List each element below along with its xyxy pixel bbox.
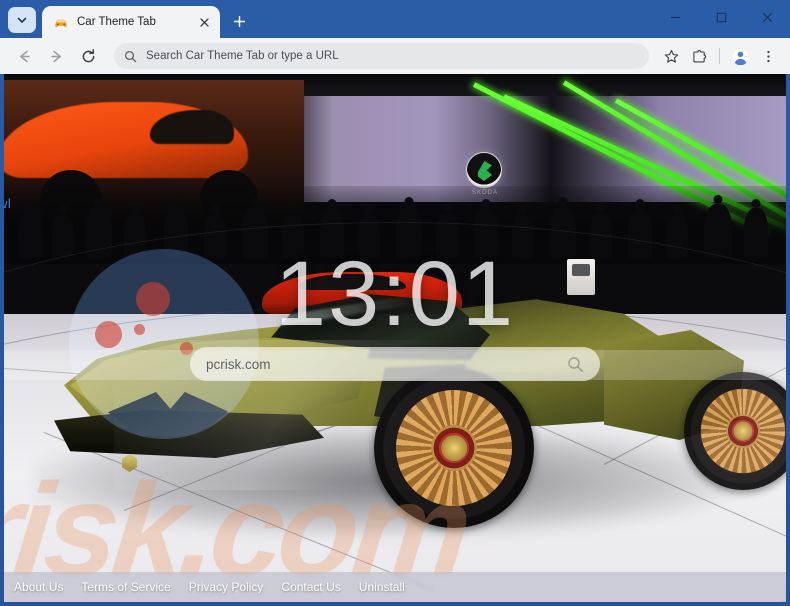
overflow-menu-button[interactable] [755, 43, 781, 69]
footer-link-privacy-policy[interactable]: Privacy Policy [189, 580, 264, 594]
browser-toolbar: Search Car Theme Tab or type a URL [0, 38, 790, 74]
address-bar-text: Search Car Theme Tab or type a URL [146, 50, 339, 62]
extensions-button[interactable] [686, 43, 712, 69]
arrow-right-icon [50, 50, 61, 62]
reload-icon [82, 48, 94, 62]
maximize-icon [716, 12, 726, 22]
window-minimize-button[interactable] [652, 0, 698, 34]
footer-link-bar: About Us Terms of Service Privacy Policy… [4, 572, 786, 602]
star-icon [664, 49, 678, 63]
reload-button[interactable] [74, 42, 102, 70]
new-tab-button[interactable] [226, 8, 252, 34]
plus-icon [233, 15, 245, 27]
tab-car-theme-tab[interactable]: Car Theme Tab [42, 6, 220, 38]
arrow-left-icon [19, 50, 30, 62]
watermark-dot [180, 342, 193, 355]
back-button[interactable] [10, 42, 38, 70]
footer-link-contact-us[interactable]: Contact Us [281, 580, 340, 594]
car-icon [55, 19, 67, 28]
newtab-search-input[interactable]: pcrisk.com [206, 357, 567, 372]
window-maximize-button[interactable] [698, 0, 744, 34]
three-dots-icon [766, 50, 770, 62]
extensions-puzzle-icon [692, 49, 706, 62]
window-controls [652, 0, 790, 34]
footer-link-terms-of-service[interactable]: Terms of Service [81, 580, 170, 594]
address-bar[interactable]: Search Car Theme Tab or type a URL [114, 43, 649, 69]
skoda-logo-icon [466, 152, 502, 188]
tab-search-button[interactable] [8, 7, 36, 33]
magnifier-icon[interactable] [567, 356, 584, 373]
close-icon [762, 12, 772, 22]
watermark-edge-text: wl [4, 196, 12, 211]
footer-link-uninstall[interactable]: Uninstall [359, 580, 405, 594]
profile-button[interactable] [727, 43, 753, 69]
minimize-icon [670, 16, 680, 18]
profile-avatar-icon [732, 48, 748, 65]
tab-close-icon[interactable] [196, 14, 212, 30]
window-close-button[interactable] [744, 0, 790, 34]
toolbar-divider [719, 48, 720, 64]
tab-title: Car Theme Tab [77, 16, 156, 28]
browser-window: Car Theme Tab Search Car Theme Tab or ty… [0, 0, 790, 606]
footer-link-about-us[interactable]: About Us [14, 580, 63, 594]
bookmark-star-button[interactable] [658, 43, 684, 69]
chevron-down-icon [17, 17, 27, 23]
tab-strip: Car Theme Tab [0, 0, 790, 38]
clock-display: 13:01 [274, 243, 516, 345]
forward-button[interactable] [42, 42, 70, 70]
newtab-search-box[interactable]: pcrisk.com [190, 347, 600, 381]
new-tab-page: ŠKODA [4, 74, 786, 602]
search-icon [124, 50, 137, 62]
